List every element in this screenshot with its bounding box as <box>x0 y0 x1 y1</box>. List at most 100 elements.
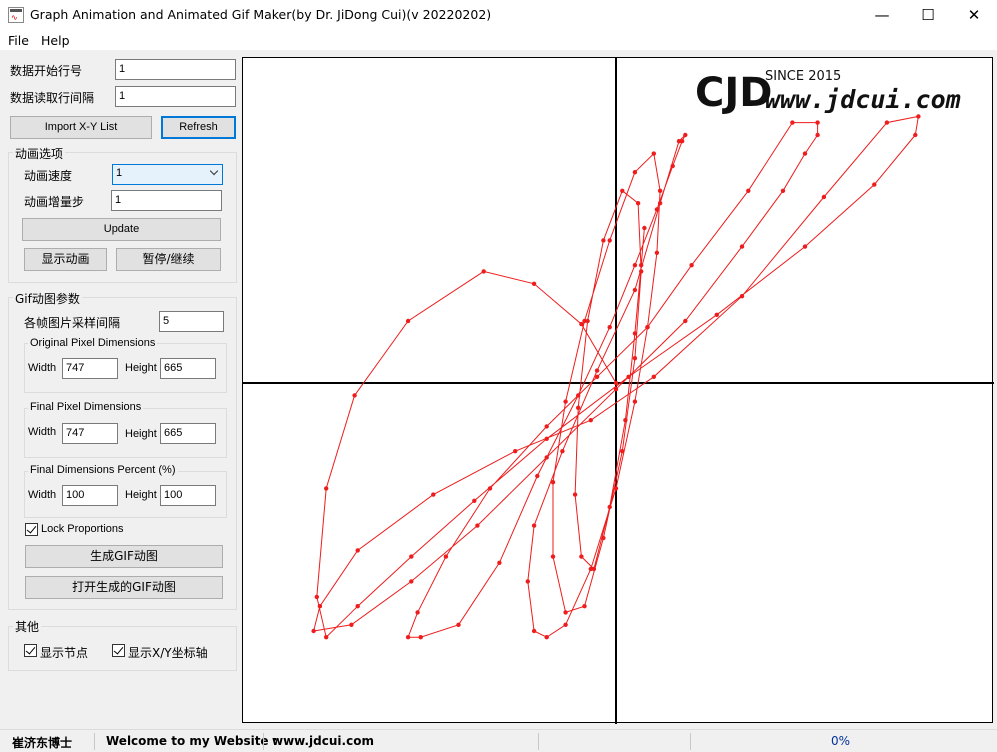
original-width-label: Width <box>28 362 57 374</box>
curve-node <box>352 393 357 398</box>
start-row-input[interactable]: 1 <box>115 59 236 80</box>
status-welcome: Welcome to my Website : <box>106 734 278 748</box>
status-bar: 崔济东博士 Welcome to my Website : www.jdcui.… <box>0 729 997 752</box>
curve-node <box>475 523 480 528</box>
curve-node <box>472 498 477 503</box>
curve-node <box>544 436 549 441</box>
curve-node <box>676 139 682 144</box>
curve-node <box>544 635 549 640</box>
menu-help[interactable]: Help <box>41 33 70 48</box>
final-width-input[interactable]: 747 <box>62 423 118 444</box>
curve-node <box>651 151 656 156</box>
show-nodes-checkbox[interactable] <box>24 644 37 657</box>
checkmark-icon <box>25 644 36 655</box>
curve-node <box>670 163 675 169</box>
percent-dimensions-title: Final Dimensions Percent (%) <box>28 464 178 476</box>
original-height-label: Height <box>125 362 157 374</box>
status-separator <box>690 733 691 750</box>
curve-node <box>607 238 612 243</box>
curve-node <box>591 566 597 572</box>
show-nodes-label: 显示节点 <box>40 646 89 660</box>
curve-node <box>916 114 921 119</box>
final-height-input[interactable]: 665 <box>160 423 216 444</box>
curve-node <box>588 418 593 423</box>
curve-node <box>613 387 619 392</box>
curve-node <box>418 635 423 640</box>
curve-node <box>635 201 641 206</box>
status-website[interactable]: www.jdcui.com <box>272 734 374 748</box>
curve-node <box>544 455 549 460</box>
show-animation-button[interactable]: 显示动画 <box>24 248 107 271</box>
curve-node <box>913 132 918 138</box>
curve-node <box>651 374 656 379</box>
curve-node <box>683 132 688 138</box>
curve-node <box>601 535 606 541</box>
percent-width-input[interactable]: 100 <box>62 485 118 506</box>
status-separator <box>94 733 95 750</box>
curve-node <box>639 263 644 268</box>
curve-node <box>531 523 537 528</box>
maximize-button[interactable]: ☐ <box>905 0 951 30</box>
curve-node <box>525 579 530 584</box>
curve-node <box>324 486 329 491</box>
curve-node <box>572 492 578 497</box>
curve-node <box>560 449 565 454</box>
sample-interval-input[interactable]: 5 <box>159 311 224 332</box>
curve-node <box>531 281 537 286</box>
refresh-button[interactable]: Refresh <box>161 116 236 139</box>
curve-node <box>415 610 420 615</box>
status-progress: 0% <box>831 734 851 748</box>
curve-node <box>594 374 600 379</box>
pause-resume-button[interactable]: 暂停/继续 <box>116 248 221 271</box>
curve-node <box>632 331 638 336</box>
curve-node <box>632 170 638 175</box>
show-axes-checkbox[interactable] <box>112 644 125 657</box>
curve-node <box>683 318 688 324</box>
curve-node <box>613 380 619 386</box>
curve-node <box>405 318 411 324</box>
curve-node <box>872 182 877 187</box>
update-button[interactable]: Update <box>22 218 221 241</box>
lock-proportions-checkbox[interactable] <box>25 523 38 536</box>
final-dimensions-title: Final Pixel Dimensions <box>28 401 144 413</box>
minimize-button[interactable]: — <box>859 0 905 30</box>
curve-node <box>513 449 518 454</box>
curve-node <box>563 399 568 404</box>
curve-node <box>563 610 568 615</box>
open-gif-button[interactable]: 打开生成的GIF动图 <box>25 576 223 599</box>
menu-file[interactable]: File <box>8 33 29 48</box>
curve-node <box>623 418 628 423</box>
checkmark-icon <box>113 644 124 655</box>
curve-node <box>802 151 808 156</box>
plot-canvas[interactable]: CJD SINCE 2015 www.jdcui.com <box>242 57 994 724</box>
curve-node <box>689 263 694 268</box>
curve-node <box>579 554 584 559</box>
curve-node <box>311 628 316 634</box>
speed-label: 动画速度 <box>24 169 73 183</box>
curve-node <box>314 594 319 600</box>
curve-node <box>431 492 436 497</box>
lock-proportions-label: Lock Proportions <box>41 523 124 535</box>
speed-select[interactable]: 1 <box>112 164 223 185</box>
checkmark-icon <box>26 523 37 534</box>
original-width-input[interactable]: 747 <box>62 358 118 379</box>
step-input[interactable]: 1 <box>111 190 222 211</box>
curve-node <box>607 504 612 510</box>
curve-node <box>632 263 638 268</box>
curve-node <box>531 628 537 634</box>
curve-node <box>821 194 827 200</box>
import-xy-button[interactable]: Import X-Y List <box>10 116 152 139</box>
status-separator <box>538 733 539 750</box>
curve-node <box>815 132 820 138</box>
percent-height-input[interactable]: 100 <box>160 485 216 506</box>
curve-node <box>355 604 360 609</box>
generate-gif-button[interactable]: 生成GIF动图 <box>25 545 223 568</box>
app-icon: ∿ <box>8 7 24 23</box>
close-button[interactable]: ✕ <box>951 0 997 30</box>
original-height-input[interactable]: 665 <box>160 358 216 379</box>
gif-group-title: Gif动图参数 <box>13 290 82 307</box>
interval-input[interactable]: 1 <box>115 86 236 107</box>
curve-node <box>550 480 556 485</box>
curve-node <box>780 188 786 193</box>
menu-bar: File Help <box>0 30 997 50</box>
